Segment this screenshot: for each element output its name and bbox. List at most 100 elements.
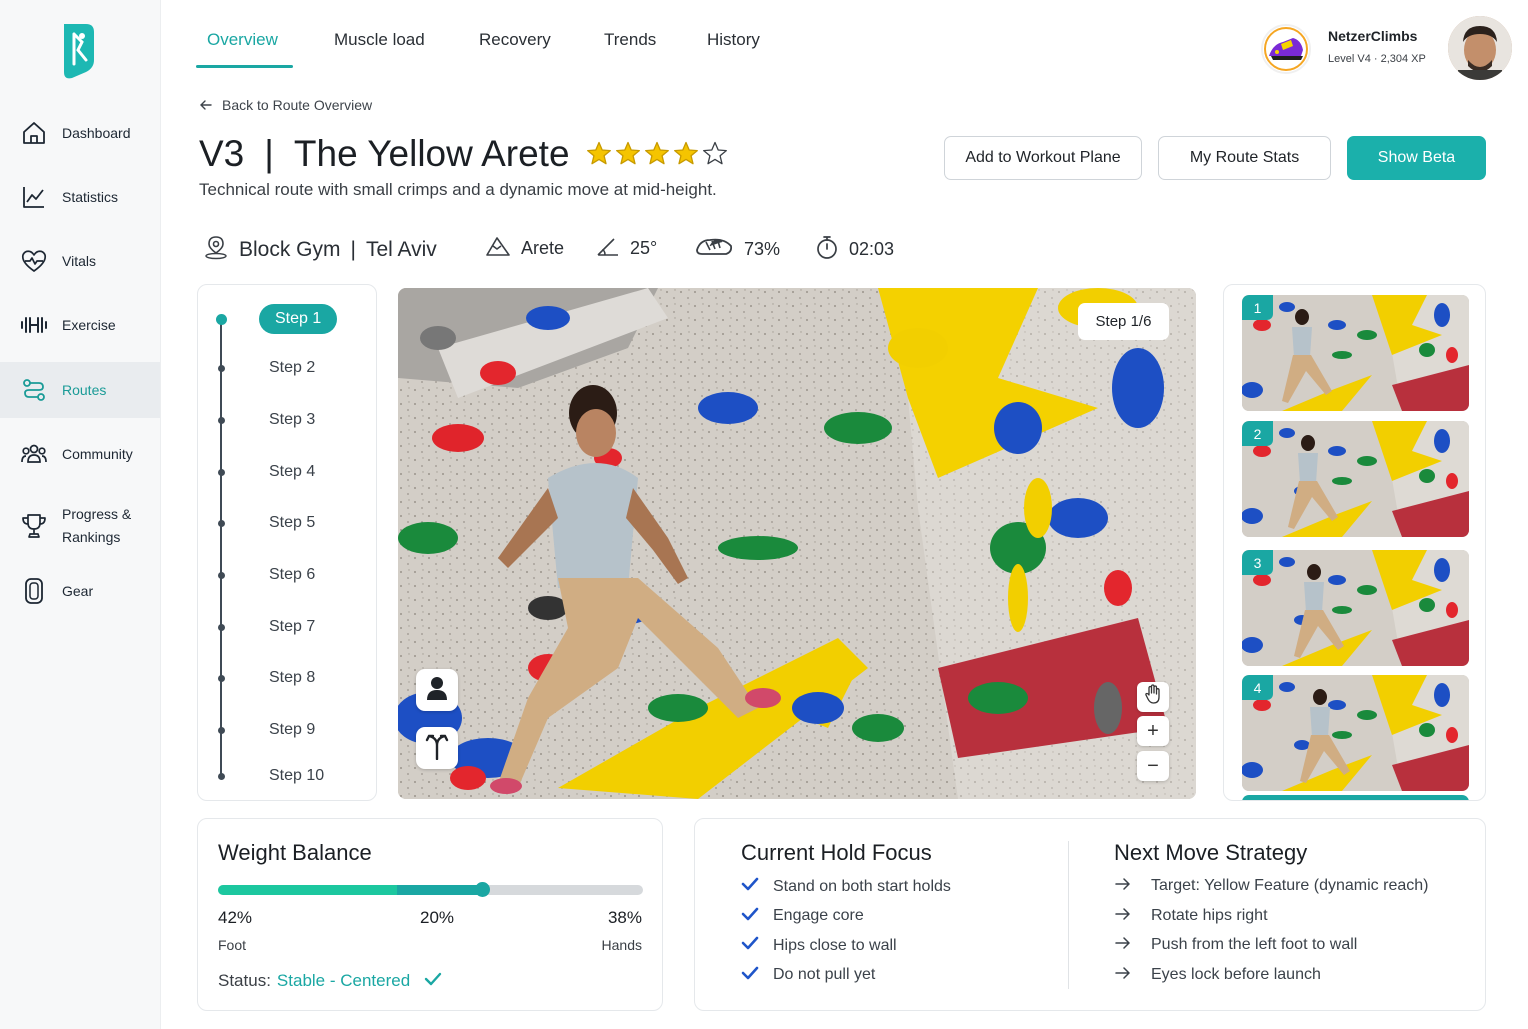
step-thumbnail[interactable]: 1 [1242, 295, 1469, 411]
status-value: Stable - Centered [276, 971, 411, 990]
hold-focus-text: Hips close to wall [773, 936, 897, 954]
star-empty-icon[interactable] [702, 141, 728, 171]
body-view-button[interactable] [416, 669, 458, 711]
gym-location: Block Gym | Tel Aviv [203, 234, 437, 266]
tab-recovery[interactable]: Recovery [479, 30, 551, 50]
step-label: Step 5 [269, 514, 316, 531]
check-icon [741, 966, 759, 985]
sidebar-item-label: Exercise [62, 316, 116, 333]
sidebar-item-dashboard[interactable]: Dashboard [0, 105, 160, 161]
route-photo[interactable] [398, 288, 1196, 799]
heart-pulse-icon [20, 247, 48, 275]
next-move-text: Push from the left foot to wall [1151, 936, 1358, 953]
zoom-in-button[interactable]: + [1137, 716, 1169, 746]
step-item[interactable]: Step 9 [198, 715, 378, 747]
tab-muscle-load[interactable]: Muscle load [334, 30, 425, 50]
foot-label: Foot [218, 937, 247, 953]
hold-focus-text: Do not pull yet [773, 966, 876, 983]
route-description: Technical route with small crimps and a … [199, 180, 717, 199]
thumbnail-partial [1242, 795, 1469, 800]
sidebar-item-label: Gear [62, 582, 94, 599]
angle-icon [596, 234, 620, 263]
pan-hand-button[interactable] [1137, 682, 1169, 712]
step-item[interactable]: Step 5 [198, 508, 378, 540]
star-filled-icon[interactable] [615, 141, 641, 171]
step-dot [218, 624, 225, 631]
sidebar-item-routes[interactable]: Routes [0, 362, 160, 418]
sidebar-item-statistics[interactable]: Statistics [0, 169, 160, 225]
level-badge-icon[interactable] [1261, 24, 1311, 74]
back-link[interactable]: Back to Route Overview [200, 97, 372, 113]
check-icon [741, 907, 759, 926]
balance-knob[interactable] [474, 882, 490, 897]
step-item[interactable]: Step 3 [198, 405, 378, 437]
chart-line-icon [20, 183, 48, 211]
step-thumbnail[interactable]: 2 [1242, 421, 1469, 537]
arrow-right-icon [1115, 877, 1131, 895]
check-icon [741, 936, 759, 955]
star-filled-icon[interactable] [644, 141, 670, 171]
step-label: Step 2 [269, 359, 316, 376]
sidebar-item-gear[interactable]: Gear [0, 563, 160, 619]
step-label: Step 6 [269, 566, 316, 583]
rating-stars[interactable] [586, 141, 728, 171]
step-thumbnail[interactable]: 3 [1242, 550, 1469, 666]
sidebar-item-exercise[interactable]: Exercise [0, 297, 160, 353]
step-item[interactable]: Step 6 [198, 560, 378, 592]
add-to-workout-button[interactable]: Add to Workout Plane [944, 136, 1142, 180]
route-path-button[interactable] [416, 727, 458, 769]
sidebar-item-progress-rankings[interactable]: Progress & Rankings [0, 496, 160, 556]
star-filled-icon[interactable] [586, 141, 612, 171]
arrow-right-icon [1115, 966, 1131, 984]
balance-status: Status: Stable - Centered [218, 971, 442, 991]
app-logo[interactable] [60, 20, 98, 80]
person-icon [425, 675, 449, 706]
step-item[interactable]: Step 7 [198, 612, 378, 644]
step-item[interactable]: Step 10 [198, 761, 378, 793]
step-item[interactable]: Step 8 [198, 663, 378, 695]
step-label: Step 7 [269, 618, 316, 635]
gear-shoe-icon [20, 577, 48, 605]
next-move-text: Rotate hips right [1151, 906, 1268, 924]
hold-focus-item: Engage core [741, 907, 864, 926]
step-item[interactable]: Step 4 [198, 457, 378, 489]
zoom-out-button[interactable]: − [1137, 751, 1169, 781]
page-title: V3 | The Yellow Arete [199, 133, 570, 175]
success-rate-value: 73% [744, 239, 781, 259]
show-beta-button[interactable]: Show Beta [1347, 136, 1486, 180]
sidebar-item-label: Vitals [62, 252, 96, 269]
sidebar-item-vitals[interactable]: Vitals [0, 233, 160, 289]
route-stats-button[interactable]: My Route Stats [1158, 136, 1331, 180]
step-dot [218, 417, 225, 424]
hold-focus-text: Stand on both start holds [773, 877, 951, 895]
hold-focus-title: Current Hold Focus [741, 840, 932, 865]
thumbnail-number: 1 [1242, 295, 1273, 320]
step-thumbnail[interactable]: 4 [1242, 675, 1469, 791]
sidebar-item-community[interactable]: Community [0, 426, 160, 482]
step-thumbnails-panel: 1 2 3 4 [1223, 284, 1486, 801]
dumbbell-icon [20, 311, 48, 339]
next-move-title: Next Move Strategy [1114, 840, 1308, 865]
sidebar-item-label: Routes [62, 381, 107, 398]
tab-history[interactable]: History [707, 30, 760, 50]
route-name: The Yellow Arete [293, 133, 570, 174]
gym-separator: | [350, 238, 356, 261]
avatar[interactable] [1448, 16, 1512, 80]
profile-name: NetzerClimbs [1328, 28, 1418, 44]
gym-name: Block Gym [239, 238, 341, 261]
title-separator: | [264, 133, 274, 174]
tab-overview[interactable]: Overview [207, 30, 278, 50]
tab-trends[interactable]: Trends [604, 30, 656, 50]
route-time-value: 02:03 [849, 239, 895, 259]
column-divider [1068, 841, 1069, 989]
step-dot [218, 469, 225, 476]
step-item[interactable]: Step 1 [198, 304, 378, 336]
star-filled-icon[interactable] [673, 141, 699, 171]
route-type: Arete [485, 234, 564, 263]
arrow-right-icon [1115, 936, 1131, 954]
step-item[interactable]: Step 2 [198, 353, 378, 385]
next-move-item: Eyes lock before launch [1115, 966, 1321, 984]
active-tab-indicator [196, 65, 293, 68]
arrow-right-icon [1115, 907, 1131, 925]
thumbnail-number: 3 [1242, 550, 1273, 575]
